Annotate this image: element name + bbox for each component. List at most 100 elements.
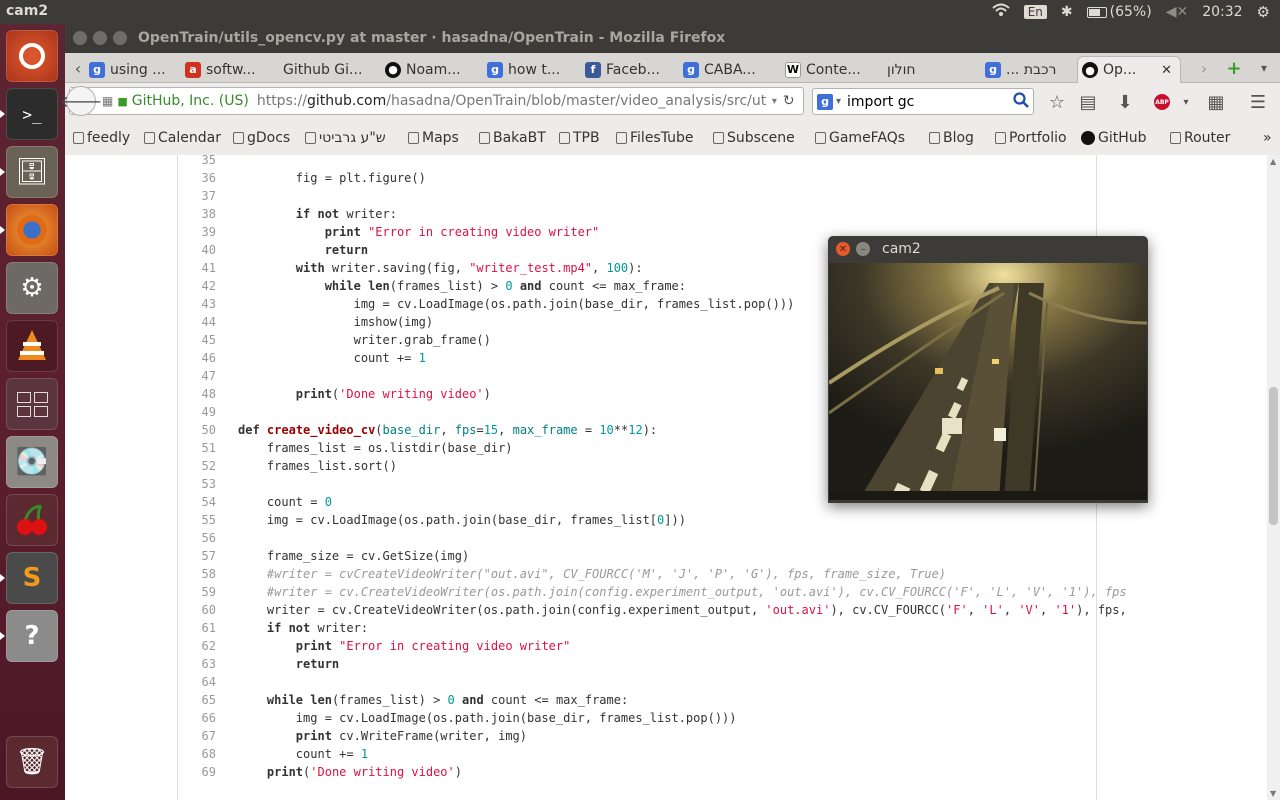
scroll-up-arrow-icon[interactable]: ▲ xyxy=(1270,157,1276,166)
tab[interactable]: g using ... xyxy=(85,56,177,83)
adblock-icon[interactable]: ABP xyxy=(1151,91,1173,113)
tab[interactable]: ● Op... ✕ xyxy=(1077,56,1181,83)
line-number[interactable]: 45 xyxy=(178,333,216,347)
close-window-button[interactable]: ✕ xyxy=(836,242,850,256)
tab[interactable]: a softw... xyxy=(181,56,275,83)
line-number[interactable]: 48 xyxy=(178,387,216,401)
help-icon[interactable]: ? xyxy=(6,610,58,662)
file-manager-icon[interactable]: 🗄 xyxy=(6,146,58,198)
line-number[interactable]: 51 xyxy=(178,441,216,455)
sublime-text-icon[interactable]: S xyxy=(6,552,58,604)
battery-indicator[interactable]: (65%) xyxy=(1086,4,1152,20)
line-number[interactable]: 44 xyxy=(178,315,216,329)
bookmark-item[interactable]: Blog xyxy=(929,130,974,146)
bookmark-item[interactable]: Calendar xyxy=(144,130,221,146)
line-number[interactable]: 50 xyxy=(178,423,216,437)
bookmark-item[interactable]: Maps xyxy=(408,130,459,146)
power-gear-icon[interactable]: ⚙ xyxy=(1257,3,1270,21)
bookmarks-menu-icon[interactable]: ▤ xyxy=(1077,91,1099,113)
new-tab-plus-icon[interactable]: + xyxy=(1223,57,1245,79)
firefox-icon[interactable] xyxy=(6,204,58,256)
bookmark-item[interactable]: gDocs xyxy=(233,130,290,146)
bookmark-item[interactable]: GitHub xyxy=(1081,130,1147,146)
line-number[interactable]: 39 xyxy=(178,225,216,239)
bookmark-star-icon[interactable]: ☆ xyxy=(1046,91,1068,113)
wifi-icon[interactable] xyxy=(992,3,1010,21)
identity-block[interactable]: ▦ ■ GitHub, Inc. (US) xyxy=(102,93,249,109)
line-number[interactable]: 35 xyxy=(178,155,216,167)
bookmark-item[interactable]: ש"ע גרביטי xyxy=(305,130,386,146)
line-number[interactable]: 59 xyxy=(178,585,216,599)
tab[interactable]: g how t... xyxy=(483,56,577,83)
bookmarks-overflow-icon[interactable]: » xyxy=(1263,130,1272,146)
history-dropdown-icon[interactable]: ▾ xyxy=(772,96,777,107)
line-number[interactable]: 52 xyxy=(178,459,216,473)
minimize-window-button[interactable] xyxy=(93,31,107,45)
trash-icon[interactable]: 🗑 xyxy=(6,736,58,788)
line-number[interactable]: 65 xyxy=(178,693,216,707)
back-arrow-icon[interactable]: 🡐 xyxy=(60,86,102,116)
downloads-icon[interactable]: ⬇ xyxy=(1114,91,1136,113)
line-number[interactable]: 61 xyxy=(178,621,216,635)
line-number[interactable]: 53 xyxy=(178,477,216,491)
search-bar[interactable]: g ▾ import gc xyxy=(812,88,1034,115)
bookmark-item[interactable]: GameFAQs xyxy=(815,130,905,146)
line-number[interactable]: 62 xyxy=(178,639,216,653)
tab[interactable]: g CABA... xyxy=(679,56,777,83)
bluetooth-icon[interactable]: ✱ xyxy=(1061,4,1073,20)
line-number[interactable]: 47 xyxy=(178,369,216,383)
tab[interactable]: f Faceb... xyxy=(581,56,675,83)
list-all-tabs-icon[interactable]: ▾ xyxy=(1253,57,1275,79)
line-number[interactable]: 63 xyxy=(178,657,216,671)
search-go-icon[interactable] xyxy=(1013,91,1029,112)
ubuntu-dash-icon[interactable] xyxy=(6,30,58,82)
tab[interactable]: ● Noam... xyxy=(381,56,479,83)
line-number[interactable]: 55 xyxy=(178,513,216,527)
search-input[interactable]: import gc xyxy=(847,94,1013,110)
bookmark-item[interactable]: FilesTube xyxy=(616,130,694,146)
tab[interactable]: חולון xyxy=(883,56,977,83)
tab[interactable]: Github Gi... xyxy=(279,56,377,83)
scrollbar-thumb[interactable] xyxy=(1269,387,1278,525)
maximize-window-button[interactable] xyxy=(113,31,127,45)
line-number[interactable]: 60 xyxy=(178,603,216,617)
close-window-button[interactable] xyxy=(73,31,87,45)
line-number[interactable]: 58 xyxy=(178,567,216,581)
line-number[interactable]: 42 xyxy=(178,279,216,293)
page-scrollbar[interactable]: ▲ ▼ xyxy=(1267,155,1280,800)
tab[interactable]: W Conte... xyxy=(781,56,879,83)
line-number[interactable]: 49 xyxy=(178,405,216,419)
volume-muted-icon[interactable]: ◀✕ xyxy=(1166,4,1189,20)
cam2-window[interactable]: ✕ – cam2 xyxy=(828,236,1148,503)
url-bar[interactable]: 🡐 ▦ ■ GitHub, Inc. (US) https://github.c… xyxy=(60,86,804,116)
line-number[interactable]: 41 xyxy=(178,261,216,275)
close-tab-icon[interactable]: ✕ xyxy=(1161,63,1172,78)
bookmark-item[interactable]: Portfolio xyxy=(995,130,1067,146)
line-number[interactable]: 64 xyxy=(178,675,216,689)
tab-scroll-right-icon[interactable]: › xyxy=(1193,57,1215,79)
line-number[interactable]: 68 xyxy=(178,747,216,761)
keyboard-layout-indicator[interactable]: En xyxy=(1023,5,1047,19)
clock[interactable]: 20:32 xyxy=(1202,4,1242,20)
bookmark-item[interactable]: Router xyxy=(1170,130,1230,146)
line-number[interactable]: 57 xyxy=(178,549,216,563)
adblock-dropdown-icon[interactable]: ▾ xyxy=(1175,91,1197,113)
line-number[interactable]: 54 xyxy=(178,495,216,509)
line-number[interactable]: 40 xyxy=(178,243,216,257)
disk-drive-icon[interactable]: 💽 xyxy=(6,436,58,488)
line-number[interactable]: 38 xyxy=(178,207,216,221)
bookmark-item[interactable]: BakaBT xyxy=(479,130,546,146)
terminal-icon[interactable]: >_ xyxy=(6,88,58,140)
line-number[interactable]: 43 xyxy=(178,297,216,311)
minimize-window-button[interactable]: – xyxy=(856,242,870,256)
vlc-icon[interactable] xyxy=(6,320,58,372)
search-engine-dropdown-icon[interactable]: ▾ xyxy=(836,96,841,107)
apps-grid-icon[interactable]: ▦ xyxy=(1205,91,1227,113)
line-number[interactable]: 67 xyxy=(178,729,216,743)
reload-icon[interactable]: ↻ xyxy=(783,93,795,109)
cherrytree-icon[interactable] xyxy=(6,494,58,546)
line-number[interactable]: 66 xyxy=(178,711,216,725)
line-number[interactable]: 69 xyxy=(178,765,216,779)
system-settings-icon[interactable]: ⚙ xyxy=(6,262,58,314)
line-number[interactable]: 37 xyxy=(178,189,216,203)
